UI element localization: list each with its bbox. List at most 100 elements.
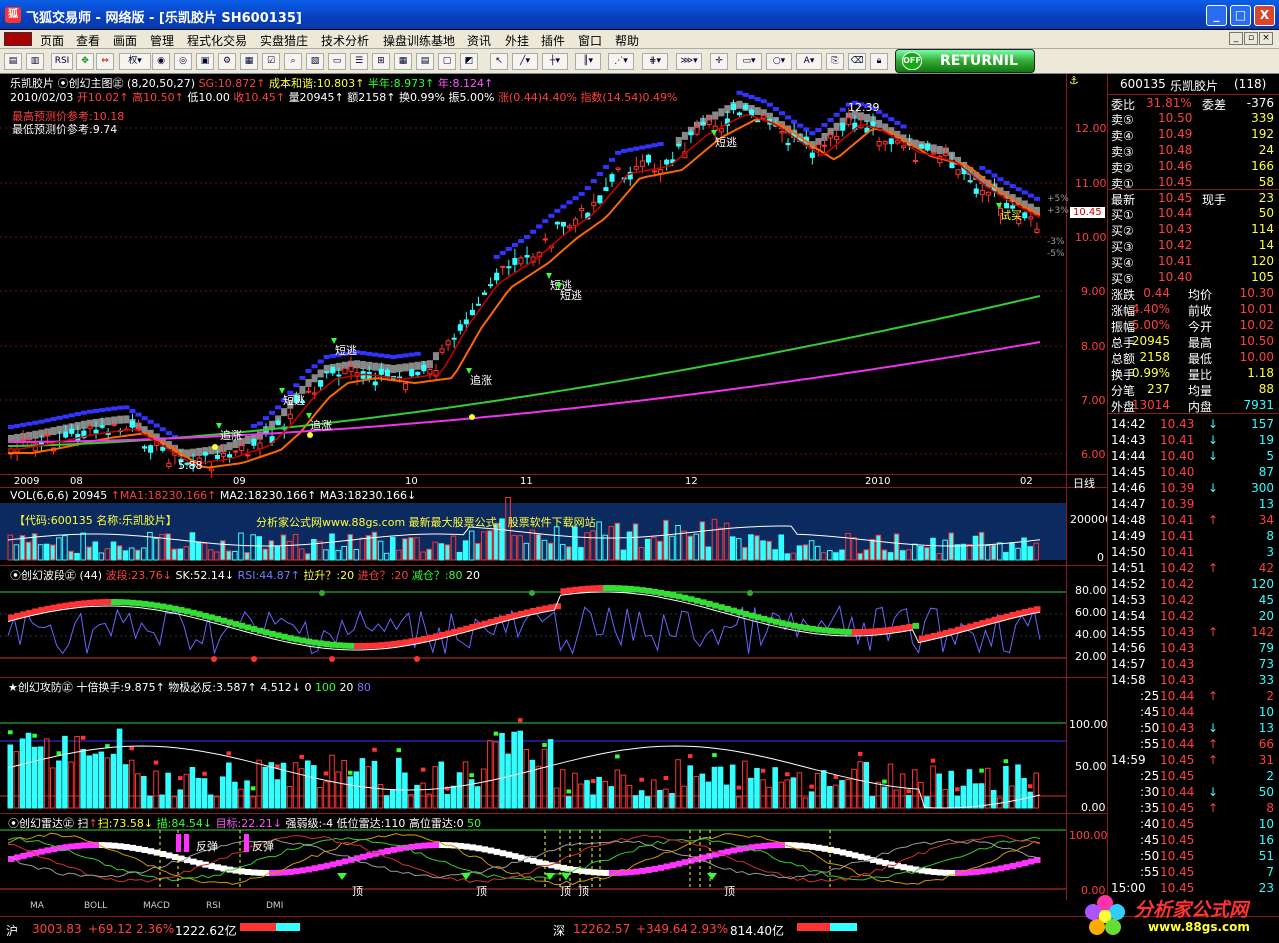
mdi-restore-button[interactable]: ▫ <box>1244 32 1258 45</box>
book-icon[interactable]: ▦ <box>240 53 258 70</box>
radar-panel[interactable]: ⦿创幻雷达㊣ 扫↑扫:73.58↓ 描:84.54↓ 目标:22.21↓ 强弱级… <box>0 814 1108 900</box>
volume-bar <box>742 546 748 561</box>
menu-hunt[interactable]: 实盘猎庄 <box>260 32 308 49</box>
grid-icon[interactable]: ⊞ <box>372 53 390 70</box>
trend-step <box>1009 184 1016 189</box>
close-button[interactable]: X <box>1254 5 1275 26</box>
radar-band <box>1015 861 1023 868</box>
candle-body <box>542 238 548 241</box>
quote-name: 乐凯胶片 <box>1170 79 1219 93</box>
tab-rsi[interactable]: RSI <box>206 901 221 911</box>
pages-icon[interactable]: ▧ <box>306 53 324 70</box>
filter-icon[interactable]: ▣ <box>196 53 214 70</box>
bars-icon[interactable]: ▥ <box>26 53 44 70</box>
glasses-icon[interactable]: ◉ <box>152 53 170 70</box>
rect-tool-icon[interactable]: ▭▾ <box>736 53 762 70</box>
anchor-icon[interactable]: ⚓ <box>1069 74 1079 87</box>
maximize-button[interactable]: □ <box>1230 5 1251 26</box>
wave-panel[interactable]: ⦿创幻波段㊣ (44) 波段:23.76↓ SK:52.14↓ RSI:44.8… <box>0 566 1107 678</box>
menu-program-trade[interactable]: 程式化交易 <box>187 32 247 49</box>
menu-page[interactable]: 页面 <box>40 32 64 49</box>
volume-bar <box>766 540 772 561</box>
fan-tool-icon[interactable]: ⋰▾ <box>608 53 634 70</box>
radar-label[interactable]: 创幻雷达 <box>19 817 63 830</box>
menu-news[interactable]: 资讯 <box>467 32 491 49</box>
arrows-icon[interactable]: ⇔ <box>96 53 114 70</box>
line-tool-icon[interactable]: ╱▾ <box>512 53 538 70</box>
chart-view-icon[interactable]: ◩ <box>460 53 478 70</box>
table-icon[interactable]: ▤ <box>416 53 434 70</box>
volume-bar <box>396 549 402 561</box>
cursor-icon[interactable]: ↖ <box>490 53 508 70</box>
back-icon[interactable]: ▤ <box>4 53 22 70</box>
quan-dropdown[interactable]: 权▾ <box>119 53 151 70</box>
defense-bar <box>1021 778 1027 809</box>
candle-body <box>700 121 706 125</box>
tool-icon[interactable]: ⚙ <box>218 53 236 70</box>
check-icon[interactable]: ☑ <box>262 53 280 70</box>
minimize-button[interactable]: _ <box>1206 5 1227 26</box>
move-icon[interactable]: ✥ <box>76 53 94 70</box>
vlines-tool-icon[interactable]: ║▾ <box>575 53 601 70</box>
tick-arrow: ↑ <box>1208 513 1219 527</box>
search-chart-icon[interactable]: ⌕ <box>284 53 302 70</box>
wave-label[interactable]: 创幻波段 <box>21 569 65 582</box>
tick-row: 14:48 10.41 ↑ 34 <box>1108 512 1279 528</box>
wave-band <box>566 587 574 594</box>
defense-tick <box>882 779 887 784</box>
chart-area[interactable]: 乐凯胶片 ⦿创幻主图㊣ (8,20,50,27) SG:10.872↑ 成本和谐… <box>0 74 1112 916</box>
menu-plugin-ext[interactable]: 外挂 <box>505 32 529 49</box>
grid2-icon[interactable]: ▦ <box>394 53 412 70</box>
defense-bar <box>663 788 669 809</box>
volume-bar <box>128 547 135 561</box>
returnil-button[interactable]: OFF RETURNIL <box>895 49 1035 73</box>
wave-band <box>439 631 446 638</box>
tab-dmi[interactable]: DMI <box>266 901 283 911</box>
doc-icon[interactable] <box>4 32 32 46</box>
mdi-close-button[interactable]: × <box>1259 32 1273 45</box>
volume-panel[interactable]: VOL(6,6,6) 20945 ↑MA1:18230.166↑ MA2:182… <box>0 488 1112 566</box>
menu-tech-analysis[interactable]: 技术分析 <box>321 32 369 49</box>
menu-help[interactable]: 帮助 <box>615 32 639 49</box>
menu-view[interactable]: 查看 <box>76 32 100 49</box>
menu-training[interactable]: 操盘训练基地 <box>383 32 455 49</box>
menu-screen[interactable]: 画面 <box>113 32 137 49</box>
x-tick: 08 <box>70 476 83 487</box>
menu-plugins[interactable]: 插件 <box>541 32 565 49</box>
mdi-minimize-button[interactable]: _ <box>1229 32 1243 45</box>
tab-ma[interactable]: MA <box>30 901 44 911</box>
defense-panel[interactable]: ★创幻攻防㊣ 十倍换手:9.875↑ 物极必反:3.587↑ 4.512↓ 0 … <box>0 678 1108 814</box>
volume-bar <box>918 545 924 561</box>
eraser-icon[interactable]: ⌫ <box>848 53 866 70</box>
layout2-icon[interactable]: ☰ <box>350 53 368 70</box>
main-price-panel[interactable]: 乐凯胶片 ⦿创幻主图㊣ (8,20,50,27) SG:10.872↑ 成本和谐… <box>0 74 1107 488</box>
wave-band <box>936 631 944 638</box>
trend-step <box>900 124 907 129</box>
lock-icon[interactable]: 🔒︎ <box>870 53 888 70</box>
tab-macd[interactable]: MACD <box>143 901 170 911</box>
text-tool-icon[interactable]: A▾ <box>796 53 822 70</box>
stat-value: 237 <box>1147 382 1170 396</box>
candle-body <box>318 380 324 387</box>
tick-time: :35 <box>1140 801 1160 815</box>
fib-tool-icon[interactable]: ⋙▾ <box>676 53 702 70</box>
copy-icon[interactable]: ⎘ <box>826 53 844 70</box>
layout-icon[interactable]: ▭ <box>328 53 346 70</box>
wave-band <box>1027 607 1035 614</box>
cross-tool-icon[interactable]: ✛ <box>710 53 728 70</box>
window-icon[interactable]: ▢ <box>438 53 456 70</box>
wave-band <box>888 626 895 633</box>
tick-price: 10.40 <box>1160 449 1195 463</box>
circle-tool-icon[interactable]: ○▾ <box>766 53 792 70</box>
rsi-button[interactable]: RSI <box>51 53 73 70</box>
tab-boll[interactable]: BOLL <box>84 901 107 911</box>
target-icon[interactable]: ◎ <box>174 53 192 70</box>
menu-window[interactable]: 窗口 <box>578 32 602 49</box>
hline-tool-icon[interactable]: ┼▾ <box>542 53 568 70</box>
volume-bar <box>141 547 147 561</box>
channel-tool-icon[interactable]: ⋕▾ <box>642 53 668 70</box>
candle-body <box>609 174 615 182</box>
trend-step <box>778 111 786 116</box>
menu-manage[interactable]: 管理 <box>150 32 174 49</box>
defense-label[interactable]: ★创幻攻防 <box>8 681 62 694</box>
